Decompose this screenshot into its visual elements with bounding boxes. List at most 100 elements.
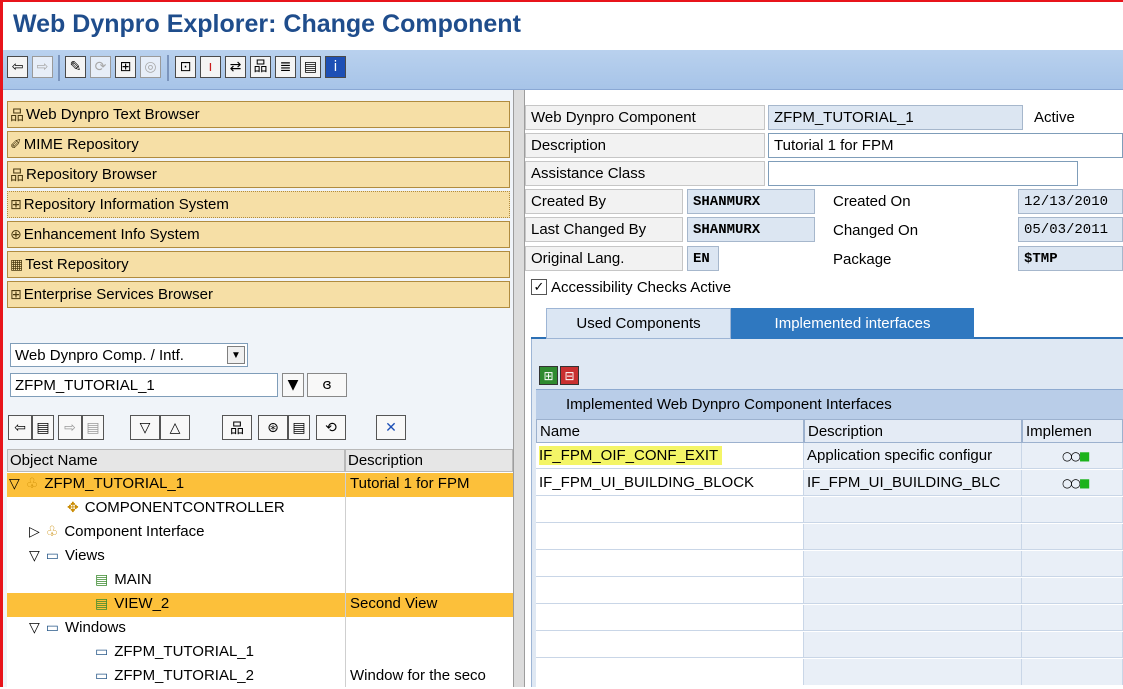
display-glasses-icon[interactable]: ɞ: [307, 373, 347, 397]
original-language-field: EN: [687, 246, 719, 271]
table-row-empty: [1022, 497, 1123, 523]
forward-icon[interactable]: ⇨: [32, 56, 53, 78]
back-icon[interactable]: ⇦: [7, 56, 28, 78]
table-row-empty[interactable]: [536, 632, 804, 658]
tab-strip: Used Components Implemented interfaces: [531, 306, 1123, 339]
last-changed-by-label: Last Changed By: [525, 217, 683, 242]
test-repository-button[interactable]: ▦ Test Repository: [7, 251, 510, 278]
enterprise-services-browser-button[interactable]: ⊞ Enterprise Services Browser: [7, 281, 510, 308]
table-row-empty[interactable]: [804, 497, 1022, 523]
forward-icon[interactable]: ⇨: [58, 415, 82, 440]
tree-node-component[interactable]: ▽ ♧ ZFPM_TUTORIAL_1 Tutorial 1 for FPM: [7, 473, 513, 497]
test-repo-icon: ▦: [10, 256, 24, 273]
enhancement-info-system-button[interactable]: ⊕ Enhancement Info System: [7, 221, 510, 248]
created-by-label: Created By: [525, 189, 683, 214]
expand-open-icon: ▽: [9, 476, 20, 492]
accessibility-checkbox[interactable]: ✓: [531, 279, 547, 295]
table-cell-description[interactable]: Application specific configur: [804, 443, 1022, 469]
activate-icon[interactable]: ◎: [140, 56, 161, 78]
tree-node-window-1[interactable]: ▭ ZFPM_TUTORIAL_1: [7, 641, 513, 665]
tree-node-windows[interactable]: ▽ ▭ Windows: [7, 617, 513, 641]
chevron-down-icon[interactable]: ▼: [227, 346, 245, 364]
folder-icon: ▭: [45, 548, 60, 564]
table-cell-status: ○○■: [1022, 470, 1123, 496]
table-row-empty[interactable]: [804, 551, 1022, 577]
insert-row-icon[interactable]: ⊞: [539, 366, 558, 385]
display-change-icon[interactable]: ⟳: [90, 56, 111, 78]
table-row-empty[interactable]: [804, 524, 1022, 550]
table-row-empty[interactable]: [536, 497, 804, 523]
tab-used-components[interactable]: Used Components: [546, 308, 731, 339]
changed-on-label: Changed On: [833, 222, 919, 239]
table-row-empty[interactable]: [804, 659, 1022, 685]
hierarchy-icon[interactable]: 品: [222, 415, 252, 440]
window-title: Web Dynpro Explorer: Change Component: [13, 10, 521, 38]
window-icon: ▭: [95, 668, 109, 684]
tab-implemented-interfaces[interactable]: Implemented interfaces: [731, 308, 974, 339]
tree-column-object-name[interactable]: Object Name: [7, 449, 345, 472]
where-used-icon[interactable]: ⇄: [225, 56, 246, 78]
original-language-label: Original Lang.: [525, 246, 683, 271]
last-changed-by-field: SHANMURX: [687, 217, 815, 242]
collapse-all-icon[interactable]: △: [160, 415, 190, 440]
web-dynpro-text-browser-button[interactable]: 品 Web Dynpro Text Browser: [7, 101, 510, 128]
component-label: Web Dynpro Component: [525, 105, 765, 130]
repository-browser-button[interactable]: 品 Repository Browser: [7, 161, 510, 188]
table-row-empty[interactable]: [804, 578, 1022, 604]
close-icon[interactable]: ✕: [376, 415, 406, 440]
delete-row-icon[interactable]: ⊟: [560, 366, 579, 385]
hierarchy-icon: 品: [10, 107, 24, 124]
tree-node-views[interactable]: ▽ ▭ Views: [7, 545, 513, 569]
tree-node-view-2[interactable]: ▤ VIEW_2 Second View: [7, 593, 513, 617]
column-header-description[interactable]: Description: [804, 419, 1022, 443]
back-list-icon[interactable]: ▤: [32, 415, 54, 440]
table-cell-name[interactable]: IF_FPM_OIF_CONF_EXIT: [536, 443, 804, 469]
column-header-implemented[interactable]: Implemen: [1022, 419, 1123, 443]
help-icon[interactable]: i: [325, 56, 346, 78]
services-icon: ⊞: [10, 286, 22, 303]
tree-node-component-interface[interactable]: ▷ ♧ Component Interface: [7, 521, 513, 545]
mime-repository-button[interactable]: ✐ MIME Repository: [7, 131, 510, 158]
object-type-dropdown[interactable]: Web Dynpro Comp. / Intf. ▼: [10, 343, 248, 367]
created-on-field: 12/13/2010: [1018, 189, 1123, 214]
traffic-light-green-icon: ○○■: [1062, 475, 1090, 490]
expand-open-icon: ▽: [29, 620, 40, 636]
table-row-empty[interactable]: [536, 605, 804, 631]
object-name-input[interactable]: ZFPM_TUTORIAL_1: [10, 373, 278, 397]
table-row-empty[interactable]: [536, 578, 804, 604]
edit-icon[interactable]: ✎: [65, 56, 86, 78]
assistance-class-input[interactable]: [768, 161, 1078, 186]
tree-column-description[interactable]: Description: [345, 449, 513, 472]
table-cell-description[interactable]: IF_FPM_UI_BUILDING_BLC: [804, 470, 1022, 496]
hierarchy-icon[interactable]: 品: [250, 56, 271, 78]
column-header-name[interactable]: Name: [536, 419, 804, 443]
description-field[interactable]: Tutorial 1 for FPM: [768, 133, 1123, 158]
info-icon[interactable]: ı: [200, 56, 221, 78]
other-object-icon[interactable]: ⊞: [115, 56, 136, 78]
tree-node-view-main[interactable]: ▤ MAIN: [7, 569, 513, 593]
tree-node-componentcontroller[interactable]: ✥ COMPONENTCONTROLLER: [7, 497, 513, 521]
check-icon[interactable]: ⊡: [175, 56, 196, 78]
table-row-empty[interactable]: [536, 659, 804, 685]
forward-list-icon[interactable]: ▤: [82, 415, 104, 440]
table-row-empty[interactable]: [804, 605, 1022, 631]
refresh-icon[interactable]: ⟲: [316, 415, 346, 440]
table-row-empty[interactable]: [536, 551, 804, 577]
filter-icon[interactable]: ⊛: [258, 415, 288, 440]
table-cell-name[interactable]: IF_FPM_UI_BUILDING_BLOCK: [536, 470, 804, 496]
window-icon: ▭: [95, 644, 109, 660]
table-row-empty[interactable]: [804, 632, 1022, 658]
chevron-down-icon[interactable]: ▼: [282, 373, 304, 397]
back-icon[interactable]: ⇦: [8, 415, 32, 440]
panel-splitter[interactable]: [513, 90, 525, 687]
controller-icon: ✥: [67, 500, 79, 516]
tree-node-window-2[interactable]: ▭ ZFPM_TUTORIAL_2 Window for the seco: [7, 665, 513, 689]
table-row-empty[interactable]: [536, 524, 804, 550]
list-icon[interactable]: ▤: [288, 415, 310, 440]
changed-on-field: 05/03/2011: [1018, 217, 1123, 242]
layout-icon[interactable]: ▤: [300, 56, 321, 78]
table-row-empty: [1022, 605, 1123, 631]
object-list-icon[interactable]: ≣: [275, 56, 296, 78]
repository-information-system-button[interactable]: ⊞ Repository Information System: [7, 191, 510, 218]
expand-all-icon[interactable]: ▽: [130, 415, 160, 440]
